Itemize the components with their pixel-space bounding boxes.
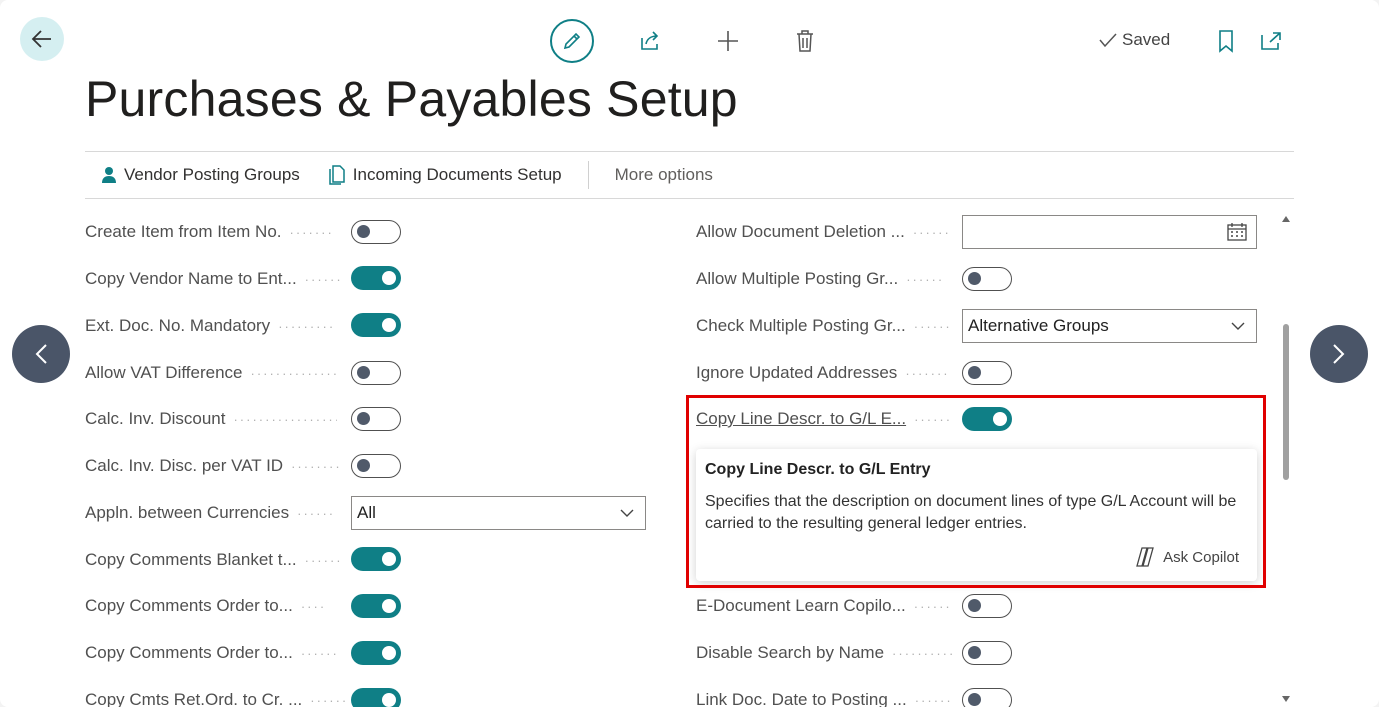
field-appln-between-currencies: Appln. between Currencies ······ (85, 503, 336, 522)
toggle-copy-vendor-name[interactable] (351, 266, 401, 290)
field-label: Calc. Inv. Disc. per VAT ID (85, 456, 284, 475)
scrollbar-thumb[interactable] (1283, 324, 1289, 480)
field-calc-inv-discount: Calc. Inv. Discount ·················· (85, 409, 338, 428)
scrollbar[interactable] (1281, 212, 1291, 707)
toggle-ignore-updated-addresses[interactable] (962, 361, 1012, 385)
field-label: Copy Cmts Ret.Ord. to Cr. ... (85, 690, 303, 707)
field-create-item-from-item-no: Create Item from Item No.·········· (85, 222, 334, 241)
field-copy-comments-order-1: Copy Comments Order to... ···· (85, 596, 327, 615)
field-label: Link Doc. Date to Posting ... (696, 690, 907, 707)
document-icon (329, 165, 345, 185)
previous-record-button[interactable] (12, 325, 70, 383)
select-check-multiple-posting-groups[interactable]: Alternative Groups (962, 309, 1257, 343)
person-icon (102, 167, 116, 183)
select-value: Alternative Groups (968, 316, 1109, 335)
page-toolbar (550, 18, 594, 64)
pencil-icon (563, 32, 581, 50)
action-separator (587, 161, 589, 189)
field-allow-multiple-posting-groups: Allow Multiple Posting Gr... ······ (696, 269, 943, 288)
field-copy-comments-order-2: Copy Comments Order to... ······ (85, 643, 337, 662)
field-label: Ignore Updated Addresses (696, 363, 898, 382)
field-e-document-learn-copilot: E-Document Learn Copilo... ······ (696, 596, 950, 615)
page-card: Saved Purchases & Payables Setup Vendor … (0, 0, 1379, 707)
select-appln-between-currencies[interactable]: All (351, 496, 646, 530)
field-calc-inv-disc-per-vat-id: Calc. Inv. Disc. per VAT ID ········ (85, 456, 340, 475)
field-label: Allow VAT Difference (85, 363, 243, 382)
chevron-down-icon (1231, 322, 1245, 330)
field-label: Create Item from Item No. (85, 222, 282, 241)
field-copy-vendor-name: Copy Vendor Name to Ent... ······ (85, 269, 341, 288)
chevron-left-icon (35, 344, 47, 364)
saved-label: Saved (1122, 30, 1171, 49)
field-label: Appln. between Currencies (85, 503, 290, 522)
back-button[interactable] (20, 17, 64, 61)
share-icon (641, 31, 659, 50)
field-label: Copy Comments Order to... (85, 596, 293, 615)
page-title: Purchases & Payables Setup (85, 71, 738, 127)
toggle-copy-cmts-ret-ord[interactable] (351, 688, 401, 707)
field-allow-document-deletion: Allow Document Deletion ... ······ (696, 222, 949, 241)
bookmark-button[interactable] (1212, 27, 1240, 55)
field-allow-vat-difference: Allow VAT Difference ·············· (85, 363, 337, 382)
field-link-doc-date-to-posting: Link Doc. Date to Posting ... ······ (696, 684, 951, 707)
vendor-posting-groups-action[interactable]: Vendor Posting Groups (85, 165, 314, 185)
toggle-e-document-learn-copilot[interactable] (962, 594, 1012, 618)
field-label: Ext. Doc. No. Mandatory (85, 316, 271, 335)
incoming-documents-setup-label: Incoming Documents Setup (352, 165, 562, 184)
toggle-disable-search-by-name[interactable] (962, 641, 1012, 665)
toggle-calc-inv-discount[interactable] (351, 407, 401, 431)
toggle-ext-doc-no-mandatory[interactable] (351, 313, 401, 337)
toggle-allow-multiple-posting-groups[interactable] (962, 267, 1012, 291)
bookmark-icon (1219, 30, 1233, 53)
field-label: Copy Vendor Name to Ent... (85, 269, 297, 288)
arrow-left-icon (31, 30, 51, 48)
incoming-documents-setup-action[interactable]: Incoming Documents Setup (314, 165, 576, 185)
toggle-allow-vat-difference[interactable] (351, 361, 401, 385)
field-ext-doc-no-mandatory: Ext. Doc. No. Mandatory ·········· (85, 316, 337, 335)
highlight-frame (686, 395, 1266, 588)
share-button[interactable] (636, 27, 664, 55)
toggle-calc-inv-disc-per-vat-id[interactable] (351, 454, 401, 478)
delete-button[interactable] (791, 27, 819, 55)
chevron-right-icon (1333, 344, 1345, 364)
open-new-window-button[interactable] (1257, 27, 1285, 55)
saved-status: Saved (1098, 30, 1170, 50)
field-ignore-updated-addresses: Ignore Updated Addresses········ (696, 363, 950, 382)
action-bar: Vendor Posting Groups Incoming Documents… (85, 151, 1294, 199)
field-label: Check Multiple Posting Gr... (696, 316, 906, 335)
field-label: E-Document Learn Copilo... (696, 596, 906, 615)
edit-button[interactable] (550, 19, 594, 63)
calendar-icon[interactable] (1227, 223, 1247, 241)
field-copy-cmts-ret-ord: Copy Cmts Ret.Ord. to Cr. ... ······ (85, 684, 346, 707)
select-value: All (357, 503, 376, 522)
chevron-down-icon (620, 509, 634, 517)
field-label: Allow Multiple Posting Gr... (696, 269, 899, 288)
toggle-copy-comments-blanket[interactable] (351, 547, 401, 571)
new-button[interactable] (714, 27, 742, 55)
open-external-icon (1261, 32, 1281, 50)
field-copy-comments-blanket: Copy Comments Blanket t... ······ (85, 550, 341, 569)
date-input-allow-document-deletion[interactable] (962, 215, 1257, 249)
plus-icon (718, 31, 738, 51)
scroll-up-icon[interactable] (1281, 214, 1291, 224)
next-record-button[interactable] (1310, 325, 1368, 383)
field-label: Copy Comments Blanket t... (85, 550, 297, 569)
trash-icon (797, 30, 813, 52)
toggle-copy-comments-order-1[interactable] (351, 594, 401, 618)
field-label: Copy Comments Order to... (85, 643, 293, 662)
field-label: Allow Document Deletion ... (696, 222, 905, 241)
toggle-link-doc-date-to-posting[interactable] (962, 688, 1012, 707)
field-disable-search-by-name: Disable Search by Name ·········· (696, 643, 956, 662)
toggle-copy-comments-order-2[interactable] (351, 641, 401, 665)
scroll-down-icon[interactable] (1281, 694, 1291, 704)
field-check-multiple-posting-groups: Check Multiple Posting Gr... ······ (696, 316, 950, 335)
field-label: Disable Search by Name (696, 643, 885, 662)
vendor-posting-groups-label: Vendor Posting Groups (124, 165, 300, 184)
field-label: Calc. Inv. Discount (85, 409, 226, 428)
toggle-create-item-from-item-no[interactable] (351, 220, 401, 244)
more-options-button[interactable]: More options (601, 165, 713, 185)
checkmark-icon (1099, 33, 1117, 48)
